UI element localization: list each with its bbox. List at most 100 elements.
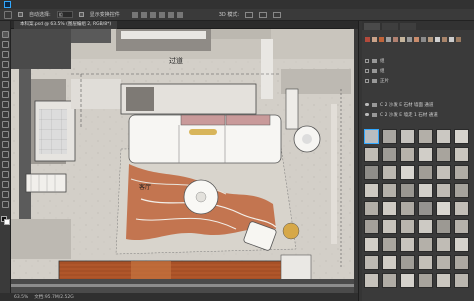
texture-thumbnail[interactable] — [400, 255, 415, 270]
texture-thumbnail[interactable] — [454, 255, 469, 270]
eye-icon[interactable] — [365, 103, 369, 106]
layer-row[interactable]: 组 — [365, 67, 469, 74]
texture-thumbnail[interactable] — [364, 165, 379, 180]
swatch[interactable] — [435, 37, 440, 42]
texture-thumbnail[interactable] — [382, 165, 397, 180]
panel-tab[interactable] — [364, 23, 380, 30]
texture-thumbnail[interactable] — [382, 237, 397, 252]
move-tool-icon[interactable] — [2, 31, 9, 38]
texture-thumbnail[interactable] — [382, 273, 397, 288]
align-top-icon[interactable] — [158, 11, 165, 18]
marquee-tool-icon[interactable] — [2, 41, 9, 48]
texture-thumbnail[interactable] — [436, 147, 451, 162]
swatch[interactable] — [407, 37, 412, 42]
texture-thumbnail[interactable] — [436, 237, 451, 252]
texture-thumbnail[interactable] — [400, 129, 415, 144]
texture-thumbnail[interactable] — [454, 219, 469, 234]
texture-thumbnail[interactable] — [400, 183, 415, 198]
texture-thumbnail[interactable] — [454, 129, 469, 144]
texture-thumbnail[interactable] — [382, 183, 397, 198]
texture-thumbnail[interactable] — [364, 219, 379, 234]
texture-thumbnail[interactable] — [364, 183, 379, 198]
texture-thumbnail[interactable] — [436, 255, 451, 270]
layer-row[interactable]: 组 — [365, 57, 469, 64]
swatch[interactable] — [393, 37, 398, 42]
text-tool-icon[interactable] — [2, 181, 9, 188]
panel-tab[interactable] — [400, 23, 416, 30]
texture-thumbnail[interactable] — [436, 183, 451, 198]
lasso-tool-icon[interactable] — [2, 51, 9, 58]
texture-thumbnail[interactable] — [382, 219, 397, 234]
layer-visibility-checkbox[interactable] — [365, 68, 369, 73]
texture-thumbnail[interactable] — [418, 201, 433, 216]
autoselect-dropdown[interactable]: 组 — [56, 11, 73, 18]
texture-thumbnail[interactable] — [436, 219, 451, 234]
texture-thumbnail[interactable] — [382, 129, 397, 144]
texture-thumbnail[interactable] — [382, 201, 397, 216]
stamp-tool-icon[interactable] — [2, 111, 9, 118]
texture-thumbnail[interactable] — [436, 165, 451, 180]
swatch[interactable] — [386, 37, 391, 42]
texture-thumbnail[interactable] — [364, 201, 379, 216]
quick-select-tool-icon[interactable] — [2, 61, 9, 68]
texture-thumbnail[interactable] — [418, 255, 433, 270]
texture-thumbnail[interactable] — [400, 237, 415, 252]
align-middle-icon[interactable] — [167, 11, 174, 18]
texture-thumbnail[interactable] — [418, 147, 433, 162]
hand-tool-icon[interactable] — [2, 201, 9, 208]
swatch[interactable] — [449, 37, 454, 42]
document-tab[interactable]: 本科案.psd @ 63.5% (图层编组 2, RGB/8*) — [14, 20, 118, 29]
history-brush-tool-icon[interactable] — [2, 121, 9, 128]
dodge-tool-icon[interactable] — [2, 161, 9, 168]
eraser-tool-icon[interactable] — [2, 131, 9, 138]
background-color-swatch[interactable] — [4, 219, 10, 225]
texture-thumbnail[interactable] — [454, 273, 469, 288]
move-tool-icon[interactable] — [4, 10, 12, 19]
layer-row[interactable]: C 2 沙发 E 石材 墙面 通道 — [365, 101, 469, 108]
texture-thumbnail[interactable] — [400, 165, 415, 180]
swatch[interactable] — [400, 37, 405, 42]
swatch[interactable] — [379, 37, 384, 42]
swatch[interactable] — [414, 37, 419, 42]
panel-tab[interactable] — [382, 23, 398, 30]
zoom-readout[interactable]: 63.5% — [14, 295, 28, 300]
layer-visibility-checkbox[interactable] — [365, 58, 369, 63]
texture-thumbnail[interactable] — [400, 273, 415, 288]
swatch[interactable] — [456, 37, 461, 42]
texture-thumbnail[interactable] — [454, 237, 469, 252]
texture-thumbnail[interactable] — [364, 147, 379, 162]
path-select-tool-icon[interactable] — [2, 191, 9, 198]
texture-thumbnail[interactable] — [400, 219, 415, 234]
canvas[interactable]: 过道 客厅 — [11, 29, 354, 293]
swatch[interactable] — [421, 37, 426, 42]
texture-thumbnail[interactable] — [436, 273, 451, 288]
swatch[interactable] — [372, 37, 377, 42]
swatch[interactable] — [442, 37, 447, 42]
gradient-tool-icon[interactable] — [2, 141, 9, 148]
texture-thumbnail[interactable] — [436, 201, 451, 216]
swatch[interactable] — [365, 37, 370, 42]
texture-thumbnail[interactable] — [454, 147, 469, 162]
blur-tool-icon[interactable] — [2, 151, 9, 158]
swatch[interactable] — [428, 37, 433, 42]
layer-row[interactable]: 正片 — [365, 77, 469, 84]
autoselect-checkbox[interactable] — [18, 12, 23, 17]
align-bottom-icon[interactable] — [176, 11, 183, 18]
texture-thumbnail[interactable] — [436, 129, 451, 144]
3d-orbit-icon[interactable] — [259, 11, 268, 18]
3d-pan-icon[interactable] — [273, 11, 282, 18]
3d-camera-icon[interactable] — [245, 11, 254, 18]
texture-thumbnail[interactable] — [364, 273, 379, 288]
texture-thumbnail[interactable] — [418, 129, 433, 144]
brush-tool-icon[interactable] — [2, 101, 9, 108]
texture-thumbnail[interactable] — [382, 147, 397, 162]
texture-thumbnail[interactable] — [400, 201, 415, 216]
layer-visibility-checkbox[interactable] — [365, 78, 369, 83]
align-center-icon[interactable] — [140, 11, 147, 18]
texture-thumbnail[interactable] — [418, 219, 433, 234]
crop-tool-icon[interactable] — [2, 71, 9, 78]
texture-thumbnail[interactable] — [364, 237, 379, 252]
texture-thumbnail[interactable] — [364, 255, 379, 270]
pen-tool-icon[interactable] — [2, 171, 9, 178]
healing-brush-tool-icon[interactable] — [2, 91, 9, 98]
